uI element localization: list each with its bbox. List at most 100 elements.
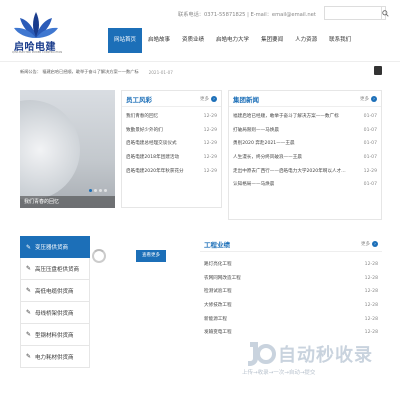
more-label: 更多 xyxy=(360,96,369,102)
more-label: 更多 xyxy=(361,241,370,247)
banner-caption[interactable]: 我们青春的回忆 xyxy=(20,196,115,208)
news-list-item-title[interactable]: 勇别2020 奔赴2021——王晨 xyxy=(233,137,295,151)
arrow-right-icon: › xyxy=(211,95,217,102)
watermark-subtitle: 上传→收录→一次→自动→提交 xyxy=(242,370,316,376)
nav-home[interactable]: 网站首页 xyxy=(108,28,143,53)
staff-list-item-title[interactable]: 启皓电建2018年团建活动 xyxy=(126,151,179,165)
project-list-item[interactable]: 路灯亮化工程 12-28 xyxy=(204,258,378,272)
staff-list-item[interactable]: 我们青春的回忆 12-29 xyxy=(126,110,217,124)
view-more-button[interactable]: 查看更多 xyxy=(136,250,166,262)
project-list-item-title[interactable]: 农网同网改造工程 xyxy=(204,272,241,286)
nav-contact[interactable]: 联系我们 xyxy=(323,28,357,53)
nav-qualifications[interactable]: 资质业绩 xyxy=(176,28,210,53)
staff-list-item-title[interactable]: 致勤景好少外的们 xyxy=(126,124,163,138)
staff-list-item[interactable]: 致勤景好少外的们 12-29 xyxy=(126,124,217,138)
staff-more-link[interactable]: 更多 › xyxy=(200,95,217,102)
project-list-item-title[interactable]: 检测试验工程 xyxy=(204,285,232,299)
project-list-item-title[interactable]: 发输变电工程 xyxy=(204,326,232,340)
product-menu-item[interactable]: ✎ 变压器供货商 xyxy=(20,236,90,258)
staff-list-item-title[interactable]: 我们青春的回忆 xyxy=(126,110,158,124)
search-input[interactable] xyxy=(325,7,381,19)
product-menu-item[interactable]: ✎ 电力耗材供货商 xyxy=(20,346,90,368)
project-list-item-title[interactable]: 新能源工程 xyxy=(204,313,227,327)
edit-icon: ✎ xyxy=(26,331,32,338)
product-menu-item[interactable]: ✎ 型钢材料供货商 xyxy=(20,324,90,346)
news-box-header: 集团新闻 更多 › xyxy=(229,91,381,107)
banner-slideshow[interactable]: 我们青春的回忆 xyxy=(20,90,115,208)
staff-list-item-date: 12-29 xyxy=(203,155,217,161)
edit-icon: ✎ xyxy=(26,353,32,360)
news-list-item[interactable]: 福建启哈已经顺，敢举于奋斗了解决方案——数广标 01-07 xyxy=(233,110,377,124)
search-button[interactable] xyxy=(381,7,389,19)
news-box: 集团新闻 更多 › 福建启哈已经顺，敢举于奋斗了解决方案——数广标 01-07 打破… xyxy=(228,90,382,220)
edit-icon: ✎ xyxy=(26,287,32,294)
staff-list-item-date: 12-29 xyxy=(203,141,217,147)
product-menu-item[interactable]: ✎ 母线桥架供货商 xyxy=(20,302,90,324)
product-menu-label: 变压器供货商 xyxy=(35,245,69,251)
slide-dots xyxy=(89,189,107,192)
staff-list-item[interactable]: 启皓电建总经理交谈仪式 12-29 xyxy=(126,137,217,151)
staff-list-item-title[interactable]: 启皓电建总经理交谈仪式 xyxy=(126,137,177,151)
edit-icon: ✎ xyxy=(26,265,32,272)
product-menu: ✎ 变压器供货商 ✎ 高压压盘柜供货商 ✎ 高低电缆供货商 ✎ 母线桥架供货商 ✎ 型钢材料供货商… xyxy=(20,236,90,368)
project-list-item-date: 12-28 xyxy=(364,303,378,309)
product-menu-label: 高低电缆供货商 xyxy=(35,288,74,295)
news-list-item-title[interactable]: 走出中原去广西行——启皓电力大学2020年啊以人才广西考察 xyxy=(233,165,348,179)
contact-info: 联系电话：0371-55871825 | E-mail：email@email.… xyxy=(178,12,316,18)
news-list-item[interactable]: 走出中原去广西行——启皓电力大学2020年啊以人才广西考察 12-29 xyxy=(233,165,377,179)
nav-story[interactable]: 启皓故事 xyxy=(142,28,176,53)
edit-icon: ✎ xyxy=(26,309,32,316)
slide-dot[interactable] xyxy=(104,189,107,192)
staff-list-item[interactable]: 启皓电建2018年团建活动 12-29 xyxy=(126,151,217,165)
news-list-item[interactable]: 人生漫长，终分终风破浪——王晨 01-07 xyxy=(233,151,377,165)
notice-icon[interactable] xyxy=(374,66,382,75)
more-label: 更多 xyxy=(200,96,209,102)
slide-dot[interactable] xyxy=(99,189,102,192)
product-menu-item[interactable]: ✎ 高压压盘柜供货商 xyxy=(20,258,90,280)
nav-hr[interactable]: 人力资源 xyxy=(289,28,323,53)
project-list-item[interactable]: 检测试验工程 12-28 xyxy=(204,285,378,299)
news-list-item[interactable]: 勇别2020 奔赴2021——王晨 01-07 xyxy=(233,137,377,151)
project-list-item[interactable]: 农网同网改造工程 12-28 xyxy=(204,272,378,286)
notice-bar: 新闻公告： 福建启哈已经顺，敢举于奋斗了解决方案——数广标 2021-01-07 xyxy=(20,66,382,78)
project-list-item[interactable]: 大修技改工程 12-28 xyxy=(204,299,378,313)
news-more-link[interactable]: 更多 › xyxy=(360,95,377,102)
staff-list-item-title[interactable]: 启皓电建2020年年秋获花分 xyxy=(126,165,184,179)
news-list-item-date: 01-07 xyxy=(363,155,377,161)
news-list-item[interactable]: 认知格局——马焕晨 01-07 xyxy=(233,178,377,192)
watermark-title: 自动秒收录 xyxy=(278,345,373,366)
staff-list-item[interactable]: 启皓电建2020年年秋获花分 12-29 xyxy=(126,165,217,179)
product-menu-item[interactable]: ✎ 高低电缆供货商 xyxy=(20,280,90,302)
product-menu-label: 型钢材料供货商 xyxy=(35,332,74,339)
news-list-item-title[interactable]: 福建启哈已经顺，敢举于奋斗了解决方案——数广标 xyxy=(233,110,339,124)
banner-image xyxy=(20,100,80,200)
staff-list: 我们青春的回忆 12-29 致勤景好少外的们 12-29 启皓电建总经理交谈仪式 12-2… xyxy=(122,107,221,181)
news-list-item-title[interactable]: 认知格局——马焕晨 xyxy=(233,178,274,192)
news-list-item[interactable]: 打破局限则——马焕晨 01-07 xyxy=(233,124,377,138)
projects-box-title: 工程业绩 xyxy=(204,240,230,249)
projects-box-header: 工程业绩 更多 › xyxy=(200,236,382,252)
slide-dot[interactable] xyxy=(94,189,97,192)
project-list-item-title[interactable]: 路灯亮化工程 xyxy=(204,258,232,272)
watermark: 自动秒收录 上传→收录→一次→自动→提交 xyxy=(242,336,392,382)
news-list-item-title[interactable]: 打破局限则——马焕晨 xyxy=(233,124,279,138)
product-menu-label: 高压压盘柜供货商 xyxy=(35,266,80,273)
project-list-item-date: 12-28 xyxy=(364,316,378,322)
main-nav: 网站首页 启皓故事 资质业绩 启皓电力大学 集团要闻 人力资源 联系我们 xyxy=(108,28,357,53)
news-list-item-title[interactable]: 人生漫长，终分终风破浪——王晨 xyxy=(233,151,302,165)
notice-date: 2021-01-07 xyxy=(148,69,173,75)
slide-dot[interactable] xyxy=(89,189,92,192)
staff-box-title: 员工风彩 xyxy=(126,95,152,104)
search-icon xyxy=(382,9,389,17)
project-list-item[interactable]: 新能源工程 12-28 xyxy=(204,313,378,327)
project-list-item-title[interactable]: 大修技改工程 xyxy=(204,299,232,313)
staff-list-item-date: 12-29 xyxy=(203,114,217,119)
site-header: 启哈电建 QIHA ELECTRIC POWER CONSTRUCTION 联系… xyxy=(0,0,400,62)
nav-news[interactable]: 集团要闻 xyxy=(255,28,289,53)
notice-text[interactable]: 新闻公告： 福建启哈已经顺，敢举于奋斗了解决方案——数广标 xyxy=(20,69,139,75)
nav-university[interactable]: 启皓电力大学 xyxy=(210,28,255,53)
news-list: 福建启哈已经顺，敢举于奋斗了解决方案——数广标 01-07 打破局限则——马焕晨 01… xyxy=(229,107,381,195)
news-list-item-date: 12-29 xyxy=(363,168,377,174)
staff-list-item-date: 12-29 xyxy=(203,127,217,133)
projects-more-link[interactable]: 更多 › xyxy=(361,240,378,247)
